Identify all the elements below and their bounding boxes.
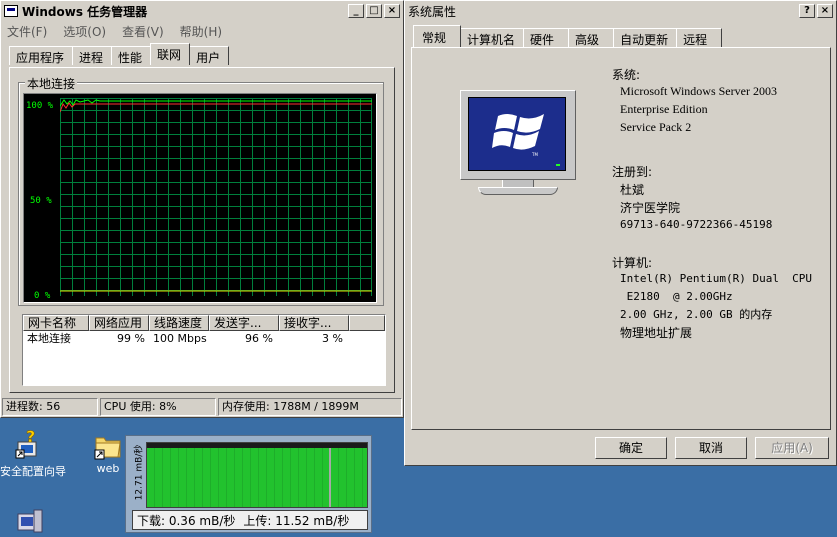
upload-speed: 上传: 11.52 mB/秒 — [243, 513, 350, 528]
tab-computer-name[interactable]: 计算机名 — [460, 28, 525, 47]
task-manager-window: Windows 任务管理器 _ □ × 文件(F) 选项(O) 查看(V) 帮助… — [0, 0, 404, 418]
registered-owner: 杜斌 — [620, 183, 645, 197]
net-meter-graph — [146, 442, 368, 508]
adapter-list[interactable]: 网卡名称 网络应用 线路速度 发送字... 接收字... 本地连接 99 % 1… — [22, 314, 386, 386]
system-properties-tabs: 常规 计算机名 硬件 高级 自动更新 远程 — [405, 21, 836, 47]
minimize-button[interactable]: _ — [348, 4, 364, 18]
cell-link-speed: 100 Mbps — [153, 332, 207, 345]
menu-file[interactable]: 文件(F) — [7, 23, 47, 40]
help-button[interactable]: ? — [799, 4, 815, 18]
tab-remote[interactable]: 远程 — [676, 28, 723, 47]
adapter-list-header: 网卡名称 网络应用 线路速度 发送字... 接收字... — [23, 315, 385, 331]
net-meter-scale-label: 12.71 mB/秒 — [134, 444, 145, 501]
task-manager-menubar: 文件(F) 选项(O) 查看(V) 帮助(H) — [1, 21, 403, 41]
computer-icon — [17, 509, 43, 533]
security-wizard-icon: ? — [15, 430, 37, 459]
table-row[interactable]: 本地连接 99 % 100 Mbps 96 % 3 % — [23, 331, 385, 347]
cell-bytes-received: 3 % — [322, 332, 343, 345]
desktop-icon-partial[interactable] — [14, 508, 44, 534]
networking-panel: 本地连接 100 % 50 % 0 % 网卡名称 网络应用 线路速度 发送字..… — [9, 67, 395, 393]
network-utilization-graph: 100 % 50 % 0 % — [23, 93, 377, 303]
cpu-speed: E2180 @ 2.00GHz — [620, 290, 733, 303]
task-manager-app-icon — [4, 5, 18, 17]
tab-automatic-updates[interactable]: 自动更新 — [613, 28, 678, 47]
tab-networking[interactable]: 联网 — [150, 43, 191, 65]
col-filler — [349, 315, 385, 331]
status-memory: 内存使用: 1788M / 1899M — [218, 398, 402, 416]
download-speed: 下载: 0.36 mB/秒 — [137, 513, 236, 528]
graph-y-label-0: 0 % — [34, 291, 51, 301]
desktop-icon-web[interactable]: web — [88, 432, 128, 480]
close-button[interactable]: × — [817, 4, 833, 18]
desktop-icon-security-wizard[interactable]: ? 安全配置向导 — [0, 430, 72, 480]
ok-button[interactable]: 确定 — [595, 437, 667, 459]
cancel-button[interactable]: 取消 — [675, 437, 747, 459]
tab-performance[interactable]: 性能 — [111, 46, 152, 65]
graph-y-label-50: 50 % — [30, 196, 52, 206]
apply-button[interactable]: 应用(A) — [755, 437, 829, 459]
os-name: Microsoft Windows Server 2003 — [620, 84, 777, 98]
menu-options[interactable]: 选项(O) — [63, 23, 106, 40]
net-meter-widget[interactable]: 12.71 mB/秒 下载: 0.36 mB/秒 上传: 11.52 mB/秒 — [125, 435, 372, 533]
folder-shortcut-icon — [94, 437, 121, 460]
computer-label: 计算机: — [612, 256, 653, 270]
product-id: 69713-640-9722366-45198 — [620, 218, 773, 231]
registered-label: 注册到: — [612, 165, 653, 179]
maximize-button[interactable]: □ — [366, 4, 382, 18]
net-meter-scale: 12.71 mB/秒 — [129, 442, 145, 508]
cell-adapter-name: 本地连接 — [27, 332, 71, 345]
system-properties-titlebar[interactable]: 系统属性 ? × — [405, 1, 836, 21]
system-properties-window: 系统属性 ? × 常规 计算机名 硬件 高级 自动更新 远程 TM 系统: Mi… — [404, 0, 837, 466]
system-properties-title: 系统属性 — [408, 4, 457, 19]
memory-info: 2.00 GHz, 2.00 GB 的内存 — [620, 308, 773, 321]
windows-flag-icon: TM — [492, 114, 544, 157]
status-cpu: CPU 使用: 8% — [100, 398, 216, 416]
cell-bytes-sent: 96 % — [245, 332, 273, 345]
col-network-utilization[interactable]: 网络应用 — [89, 315, 149, 331]
desktop-icon-label: 安全配置向导 — [0, 465, 66, 478]
connection-group-label: 本地连接 — [25, 75, 78, 92]
close-button[interactable]: × — [384, 4, 400, 18]
cpu-model: Intel(R) Pentium(R) Dual CPU — [620, 272, 813, 285]
col-adapter-name[interactable]: 网卡名称 — [23, 315, 89, 331]
tab-hardware[interactable]: 硬件 — [523, 28, 570, 47]
svg-text:TM: TM — [531, 152, 538, 157]
cell-network-utilization: 99 % — [117, 332, 145, 345]
col-bytes-sent[interactable]: 发送字... — [209, 315, 279, 331]
svg-text:?: ? — [26, 430, 35, 446]
net-meter-marker — [329, 448, 331, 507]
task-manager-statusbar: 进程数: 56 CPU 使用: 8% 内存使用: 1788M / 1899M — [1, 397, 403, 417]
task-manager-titlebar[interactable]: Windows 任务管理器 _ □ × — [1, 1, 403, 21]
connection-group: 本地连接 100 % 50 % 0 % — [18, 75, 384, 306]
tab-users[interactable]: 用户 — [189, 46, 230, 65]
system-label: 系统: — [612, 68, 641, 82]
task-manager-title: Windows 任务管理器 — [22, 4, 148, 19]
net-meter-readout: 下载: 0.36 mB/秒 上传: 11.52 mB/秒 — [132, 510, 368, 530]
menu-view[interactable]: 查看(V) — [122, 23, 164, 40]
tab-general[interactable]: 常规 — [413, 25, 462, 47]
windows-monitor-logo: TM — [460, 90, 578, 200]
col-link-speed[interactable]: 线路速度 — [149, 315, 209, 331]
os-service-pack: Service Pack 2 — [620, 120, 692, 134]
tab-advanced[interactable]: 高级 — [568, 28, 615, 47]
registered-organization: 济宁医学院 — [620, 201, 681, 215]
graph-plot — [60, 98, 372, 296]
pae-info: 物理地址扩展 — [620, 326, 693, 340]
status-processes: 进程数: 56 — [2, 398, 98, 416]
desktop-icon-label: web — [96, 462, 120, 475]
menu-help[interactable]: 帮助(H) — [180, 23, 222, 40]
tab-processes[interactable]: 进程 — [72, 46, 113, 65]
general-panel: TM 系统: Microsoft Windows Server 2003 Ent… — [411, 47, 831, 430]
task-manager-tabs: 应用程序 进程 性能 联网 用户 — [1, 41, 403, 65]
net-meter-bars — [147, 448, 367, 507]
graph-y-label-100: 100 % — [26, 101, 54, 111]
os-edition: Enterprise Edition — [620, 102, 708, 116]
tab-applications[interactable]: 应用程序 — [9, 46, 74, 65]
col-bytes-received[interactable]: 接收字... — [279, 315, 349, 331]
